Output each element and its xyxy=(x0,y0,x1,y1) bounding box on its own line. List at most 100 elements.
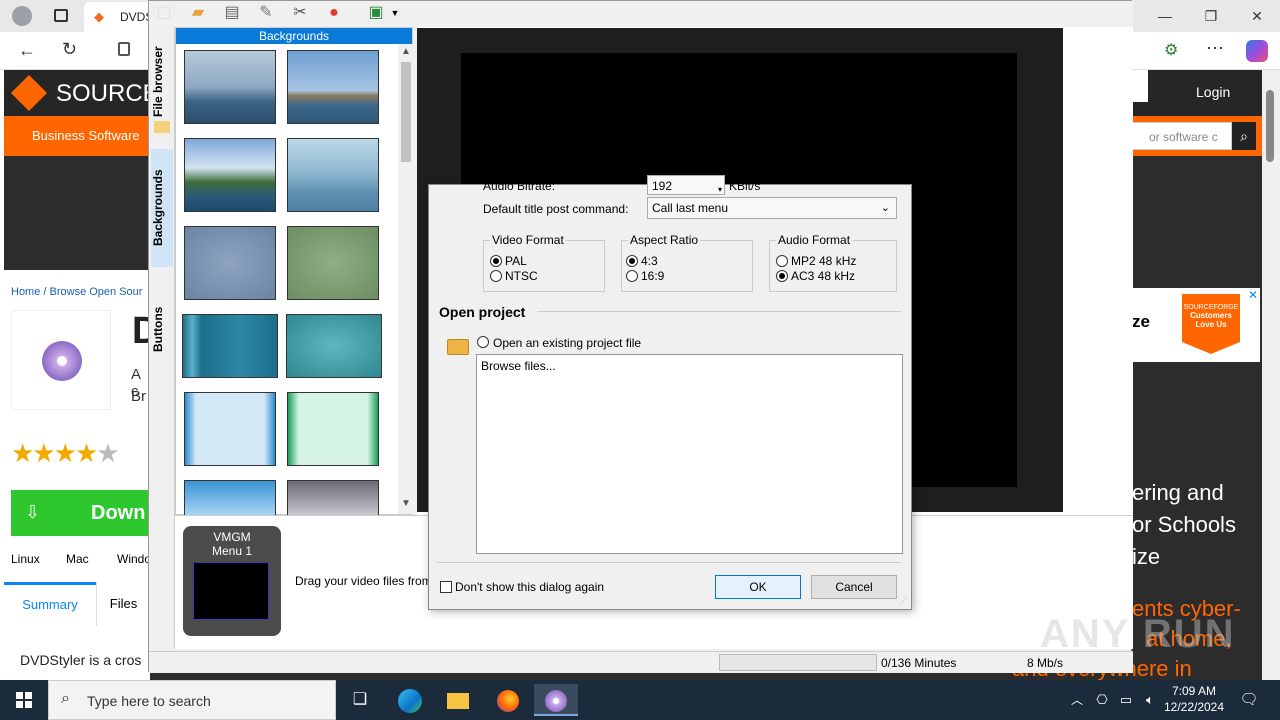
background-thumb-grey-frame[interactable] xyxy=(287,480,379,516)
lock-icon[interactable] xyxy=(118,42,130,56)
download-button[interactable]: ⇩ Down xyxy=(11,490,151,536)
file-explorer-icon[interactable] xyxy=(436,684,480,716)
notifications-icon[interactable]: 🗨︎ xyxy=(1234,684,1264,716)
business-software-link[interactable]: Business Software xyxy=(32,128,140,143)
burn-icon[interactable]: ● xyxy=(323,2,345,24)
minimize-button[interactable]: — xyxy=(1142,4,1188,28)
tab-buttons[interactable]: Buttons xyxy=(151,289,173,369)
audio-bitrate-value: 192 xyxy=(652,179,673,193)
close-button[interactable]: ✕ xyxy=(1234,4,1280,28)
ad-close-icon[interactable]: ✕ xyxy=(1248,288,1258,302)
refresh-icon[interactable]: ↻ xyxy=(62,39,77,60)
recent-files-list[interactable]: Browse files... xyxy=(476,354,903,554)
audio-ac3-radio[interactable] xyxy=(776,270,788,282)
panel-scroll-up-icon[interactable]: ▲ xyxy=(401,46,411,57)
aspect-ratio-group: Aspect Ratio 4:3 16:9 xyxy=(621,233,753,292)
open-existing-radio[interactable] xyxy=(477,336,489,348)
background-thumb-teal-stripes[interactable] xyxy=(182,314,278,378)
tab-summary[interactable]: Summary xyxy=(4,582,96,626)
site-search-icon[interactable]: ⌕ xyxy=(1232,122,1256,150)
extensions-icon[interactable]: ⚙ xyxy=(1164,40,1178,60)
tab-actions-icon[interactable] xyxy=(54,9,68,22)
add-file-icon[interactable]: ▣ xyxy=(365,2,387,24)
back-icon[interactable]: ← xyxy=(18,40,36,61)
save-project-icon[interactable]: ▤ xyxy=(221,2,243,24)
aspect-43-radio[interactable] xyxy=(626,255,638,267)
video-ntsc-label: NTSC xyxy=(505,269,538,283)
background-thumb-blue-blur[interactable] xyxy=(184,226,276,300)
edge-icon[interactable] xyxy=(388,684,432,716)
background-thumb-mint[interactable] xyxy=(287,392,379,466)
tray-app-icon[interactable]: ⎔ xyxy=(1090,684,1114,716)
promo-text-3: ize xyxy=(1132,544,1161,569)
menu-tile-sub: Menu 1 xyxy=(211,544,253,558)
aspect-43-label: 4:3 xyxy=(641,254,658,268)
taskbar-search-input[interactable]: ⌕ Type here to search xyxy=(48,680,336,720)
tray-chevron-icon[interactable]: ︿ xyxy=(1062,684,1092,716)
site-search-placeholder: or software c xyxy=(1149,130,1218,144)
dont-show-checkbox[interactable] xyxy=(440,581,452,593)
menu-tile-title: VMGM xyxy=(213,530,251,544)
audio-mp2-radio[interactable] xyxy=(776,255,788,267)
ok-button[interactable]: OK xyxy=(715,575,801,599)
aspect-169-radio[interactable] xyxy=(626,270,638,282)
site-header-white-strip xyxy=(1132,70,1148,102)
breadcrumb[interactable]: Home / Browse Open Sour xyxy=(11,286,142,298)
page-scrollbar-thumb[interactable] xyxy=(1266,90,1274,162)
ad-badge: SOURCEFORGE Customers Love Us xyxy=(1182,294,1240,354)
menu-tile[interactable]: VMGM Menu 1 xyxy=(183,526,281,636)
browser-tab[interactable]: ◆ DVDS xyxy=(84,2,154,32)
dvdstyler-taskbar-icon[interactable] xyxy=(534,684,578,716)
cancel-button[interactable]: Cancel xyxy=(811,575,897,599)
background-thumb-hills[interactable] xyxy=(287,138,379,212)
windows-start-icon[interactable] xyxy=(0,680,48,720)
video-pal-radio[interactable] xyxy=(490,255,502,267)
dvd-disc-icon xyxy=(42,341,82,381)
panel-scrollbar-thumb[interactable] xyxy=(401,62,411,162)
network-icon[interactable]: ▭ xyxy=(1114,684,1138,716)
background-thumb-boat[interactable] xyxy=(287,50,379,124)
login-link[interactable]: Login xyxy=(1196,84,1230,100)
video-ntsc-radio[interactable] xyxy=(490,270,502,282)
background-thumb-blue-frame[interactable] xyxy=(184,480,276,516)
task-view-icon[interactable]: ❑ xyxy=(338,684,382,716)
firefox-icon[interactable] xyxy=(486,684,530,716)
background-thumb-light-blue[interactable] xyxy=(184,392,276,466)
taskbar-clock[interactable]: 7:09 AM 12/22/2024 xyxy=(1160,683,1228,715)
copilot-icon[interactable] xyxy=(1246,40,1268,62)
audio-bitrate-unit: KBit/s xyxy=(729,179,761,193)
more-options-icon[interactable]: ⋯ xyxy=(1206,38,1224,59)
background-thumb-coast[interactable] xyxy=(184,138,276,212)
status-rate: 8 Mb/s xyxy=(1027,656,1064,670)
restore-button[interactable]: ❐ xyxy=(1188,4,1234,28)
post-command-select[interactable]: Call last menu ⌄ xyxy=(647,197,897,219)
site-search-input[interactable]: or software c xyxy=(1132,122,1232,150)
post-command-value: Call last menu xyxy=(652,201,729,215)
settings-icon[interactable]: ✎ xyxy=(255,2,277,24)
new-project-icon[interactable]: ▢ xyxy=(153,2,175,24)
background-thumb-teal-texture[interactable] xyxy=(286,314,382,378)
page-scrollbar[interactable] xyxy=(1262,70,1280,680)
tab-file-browser[interactable]: File browser xyxy=(151,37,173,127)
audio-bitrate-field[interactable]: 192 ▾ xyxy=(647,175,725,195)
browse-files-item[interactable]: Browse files... xyxy=(481,359,556,373)
background-thumb-sea[interactable] xyxy=(184,50,276,124)
clock-time: 7:09 AM xyxy=(1171,684,1217,698)
tools-icon[interactable]: ✂ xyxy=(289,2,311,24)
aspect-ratio-title: Aspect Ratio xyxy=(628,233,701,247)
video-format-group: Video Format PAL NTSC xyxy=(483,233,605,292)
volume-icon[interactable]: 🔈︎ xyxy=(1138,684,1162,716)
add-file-dropdown-icon[interactable]: ▼ xyxy=(389,2,401,24)
resize-grip-icon[interactable]: ⋰ xyxy=(899,597,907,606)
profile-icon[interactable] xyxy=(12,6,32,26)
tab-backgrounds[interactable]: Backgrounds xyxy=(151,149,173,267)
ad-banner[interactable]: ze SOURCEFORGE Customers Love Us ✕ xyxy=(1132,288,1260,362)
open-project-icon[interactable]: ▰ xyxy=(187,2,209,24)
audio-format-title: Audio Format xyxy=(776,233,853,247)
background-thumb-green-blur[interactable] xyxy=(287,226,379,300)
panel-scroll-down-icon[interactable]: ▼ xyxy=(401,498,411,509)
panel-scrollbar[interactable]: ▼ ▲ xyxy=(398,44,414,514)
download-icon: ⇩ xyxy=(25,502,41,522)
aspect-169-label: 16:9 xyxy=(641,269,665,283)
tab-files[interactable]: Files xyxy=(96,582,150,626)
